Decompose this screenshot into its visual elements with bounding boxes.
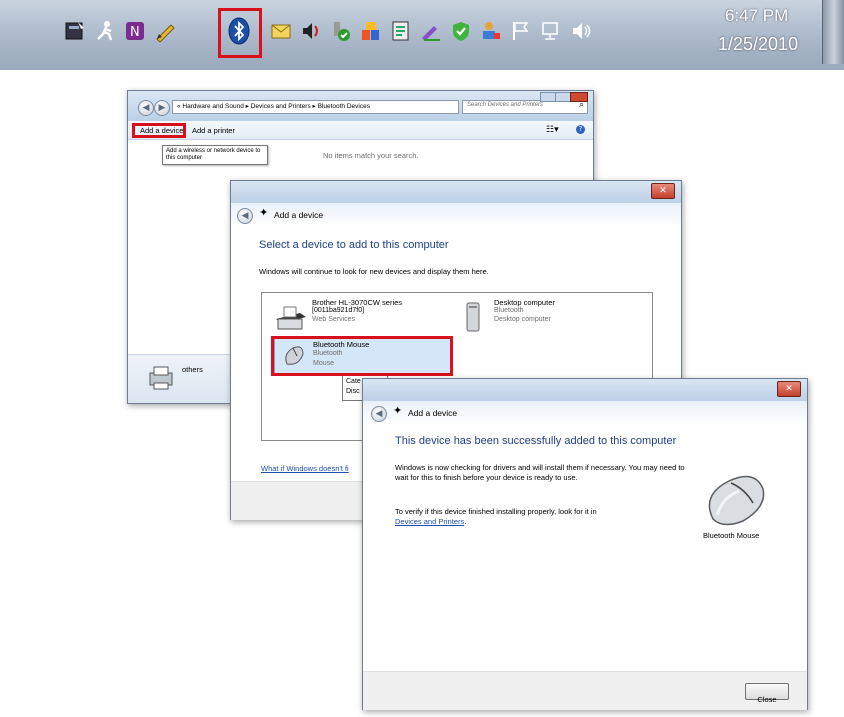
colored-blocks-icon[interactable]	[358, 16, 384, 46]
device-label: Bluetooth Mouse	[703, 531, 760, 540]
speaker-icon[interactable]	[568, 16, 594, 46]
green-check-icon[interactable]	[448, 16, 474, 46]
wizard1-subtext: Windows will continue to look for new de…	[259, 267, 489, 276]
window-controls	[540, 92, 588, 102]
back-icon[interactable]: ◀	[371, 406, 387, 422]
task-manager-icon[interactable]	[62, 16, 88, 46]
wizard1-title: Add a device	[274, 210, 324, 220]
search-box[interactable]: Search Devices and Printers ⌕	[462, 100, 588, 114]
back-icon[interactable]: ◀	[237, 208, 253, 224]
maximize-icon[interactable]	[555, 92, 571, 102]
breadcrumb[interactable]: « Hardware and Sound ▸ Devices and Print…	[177, 102, 370, 110]
explorer-toolbar: Add a device Add a printer ☷▾ ?	[128, 121, 593, 140]
back-icon[interactable]: ◀	[138, 100, 154, 116]
printer-icon	[149, 366, 173, 390]
devices-and-printers-link[interactable]: Devices and Printers	[395, 517, 464, 526]
desktop-computer-icon	[466, 302, 480, 332]
tooltip-line1: Cate	[346, 378, 361, 385]
bluetooth-highlight-box	[218, 8, 262, 58]
pen-icon[interactable]	[152, 16, 178, 46]
check-program-icon[interactable]	[328, 16, 354, 46]
address-bar[interactable]: « Hardware and Sound ▸ Devices and Print…	[172, 100, 459, 114]
device-connection: Bluetooth	[494, 307, 524, 314]
onenote-icon[interactable]: N	[122, 16, 148, 46]
forward-icon[interactable]: ▶	[154, 100, 170, 116]
wizard2-footer: Close	[363, 671, 807, 710]
network-user-icon[interactable]	[478, 16, 504, 46]
add-device-icon: ✦	[259, 206, 269, 219]
close-button-label: Close	[757, 695, 777, 704]
svg-text:N: N	[130, 25, 140, 40]
device-name: Desktop computer	[494, 298, 555, 307]
printer-icon	[276, 306, 306, 330]
tooltip-line2: Disc	[346, 388, 360, 395]
tooltip: Add a wireless or network device to this…	[162, 145, 268, 165]
pencil-check-icon[interactable]	[418, 16, 444, 46]
verify-text-suffix: .	[464, 517, 467, 526]
help-icon[interactable]: ?	[576, 125, 585, 134]
mouse-icon	[708, 475, 765, 526]
mail-icon[interactable]	[268, 16, 294, 46]
tooltip-text: Add a wireless or network device to this…	[166, 148, 261, 161]
wizard2-heading: This device has been successfully added …	[395, 435, 677, 447]
help-link[interactable]: What if Windows doesn't fi	[261, 464, 349, 473]
view-options-icon[interactable]: ☷▾	[546, 124, 559, 135]
wizard2-title: Add a device	[408, 408, 458, 418]
run-person-icon[interactable]	[92, 16, 118, 46]
wizard1-header: ◀ ✦ Add a device	[231, 203, 681, 227]
network-icon[interactable]	[538, 16, 564, 46]
explorer-titlebar: ◀ ▶ « Hardware and Sound ▸ Devices and P…	[128, 91, 593, 121]
clock-date[interactable]: 1/25/2010	[718, 34, 798, 55]
close-icon[interactable]: ✕	[651, 183, 675, 199]
device-item-desktop[interactable]: Desktop computer Bluetooth Desktop compu…	[458, 295, 638, 335]
device-type: Desktop computer	[494, 316, 551, 323]
wizard1-heading: Select a device to add to this computer	[259, 239, 449, 251]
close-icon[interactable]: ✕	[777, 381, 801, 397]
driver-status-text: Windows is now checking for drivers and …	[395, 463, 685, 482]
add-device-icon: ✦	[393, 404, 403, 417]
device-type: Web Services	[312, 316, 356, 323]
wizard1-titlebar: ✕	[231, 181, 681, 203]
device-name: Brother HL-3070CW series	[312, 298, 403, 307]
close-button[interactable]: Close	[745, 683, 789, 704]
flag-icon[interactable]	[508, 16, 534, 46]
volume-speaker-icon[interactable]	[298, 16, 324, 46]
bluetooth-mouse-highlight-box	[271, 336, 453, 376]
add-device-highlight-box	[132, 123, 186, 138]
device-item-printer[interactable]: Brother HL-3070CW series [0011ba921d7f0]…	[270, 295, 450, 335]
notes-icon[interactable]	[388, 16, 414, 46]
wizard2-titlebar: ✕	[363, 379, 807, 401]
search-input[interactable]: Search Devices and Printers	[467, 102, 543, 108]
empty-message: No items match your search.	[323, 151, 419, 160]
add-printer-button[interactable]: Add a printer	[192, 126, 235, 135]
show-desktop-button[interactable]	[822, 0, 844, 64]
clock-time[interactable]: 6:47 PM	[725, 6, 788, 26]
others-label: others	[182, 365, 203, 374]
close-icon[interactable]	[570, 92, 588, 102]
add-device-wizard-success: ✕ ◀ ✦ Add a device This device has been …	[362, 378, 808, 710]
wizard2-header: ◀ ✦ Add a device	[363, 401, 807, 425]
verify-text: To verify if this device finished instal…	[395, 507, 685, 527]
taskbar: N 6:47 PM 1/25/2010	[0, 0, 844, 70]
minimize-icon[interactable]	[540, 92, 556, 102]
verify-text-prefix: To verify if this device finished instal…	[395, 507, 597, 516]
device-id: [0011ba921d7f0]	[312, 307, 365, 314]
